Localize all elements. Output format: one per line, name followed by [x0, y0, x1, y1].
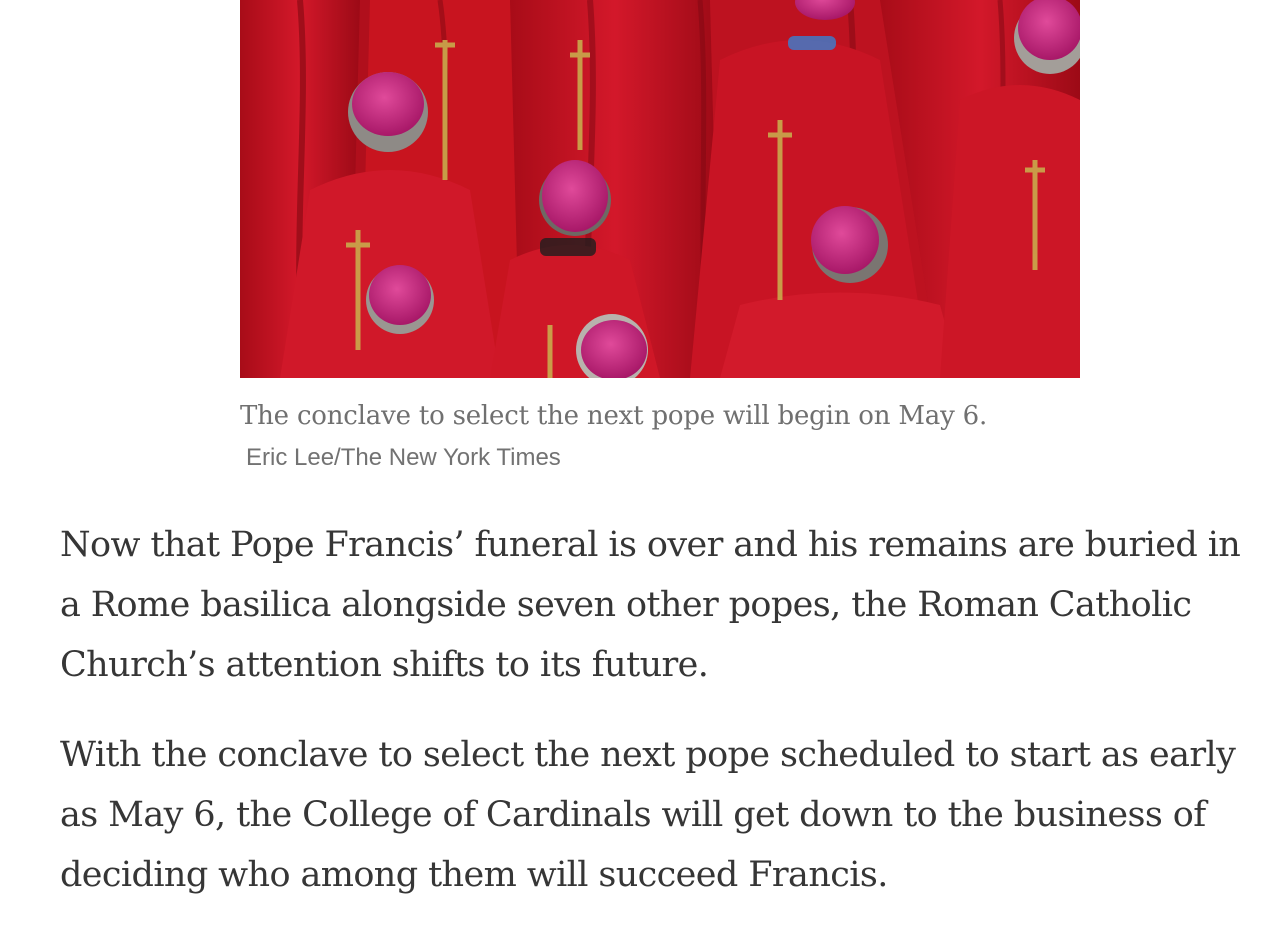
article-photo: [240, 0, 1080, 378]
caption-text: The conclave to select the next pope wil…: [240, 401, 988, 431]
photo-credit: Eric Lee/The New York Times: [246, 444, 561, 471]
article-paragraph: Now that Pope Francis’ funeral is over a…: [60, 525, 1241, 685]
article-paragraph: With the conclave to select the next pop…: [60, 735, 1236, 895]
cardinals-photo-illustration: [240, 0, 1080, 378]
photo-caption: The conclave to select the next pope wil…: [240, 396, 1000, 478]
article-page: The conclave to select the next pope wil…: [0, 0, 1283, 929]
